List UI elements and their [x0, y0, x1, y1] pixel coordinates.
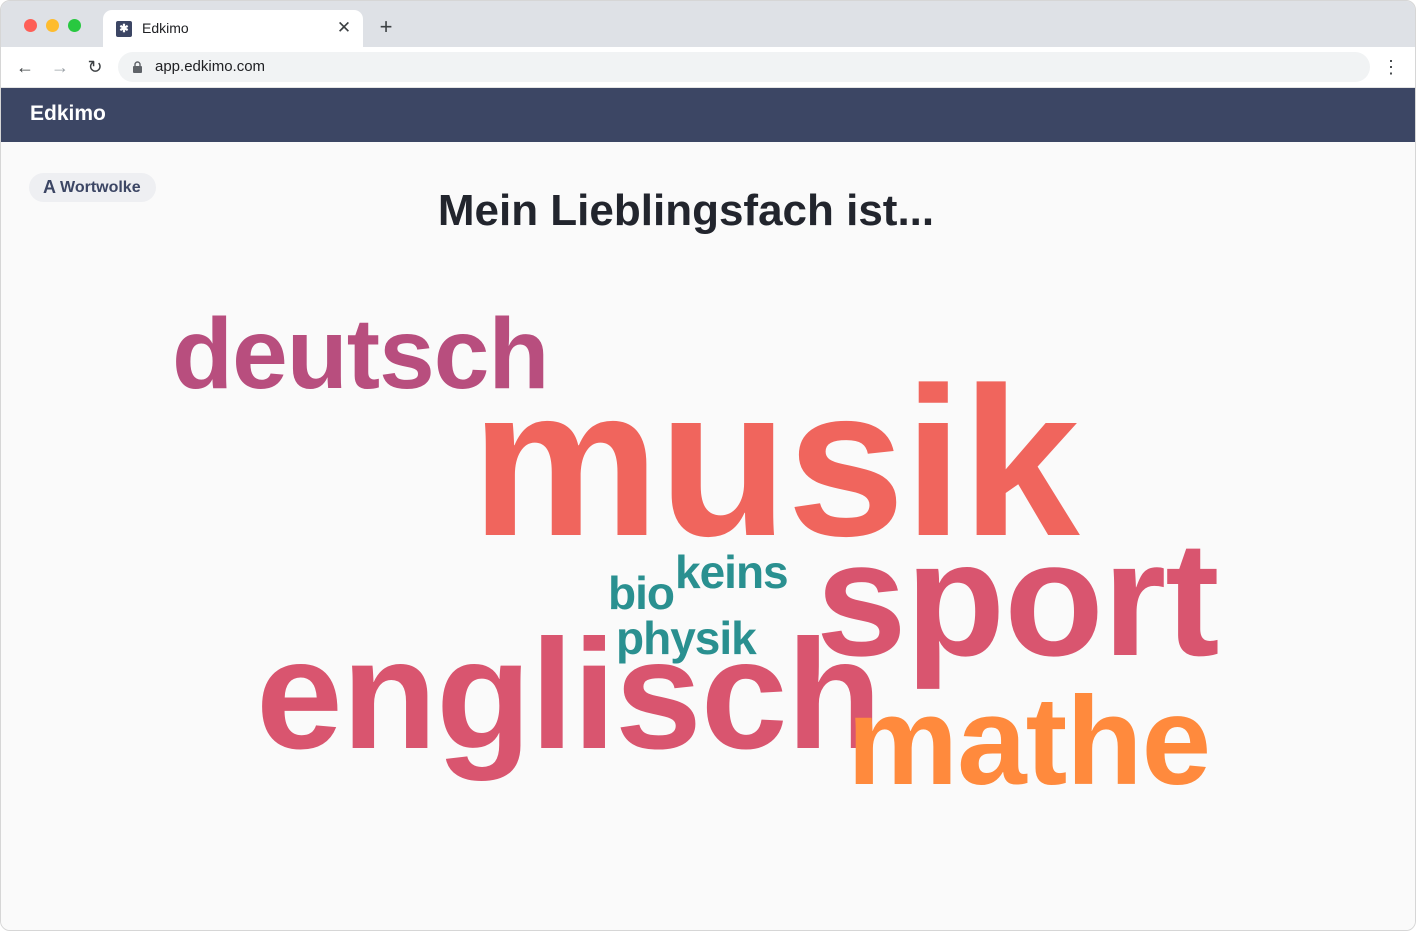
tab-strip: ✱ Edkimo ✕ + — [1, 1, 1415, 47]
address-bar[interactable]: app.edkimo.com — [118, 52, 1370, 82]
close-window-button[interactable] — [24, 19, 37, 32]
maximize-window-button[interactable] — [68, 19, 81, 32]
more-vertical-icon[interactable]: ⋮ — [1381, 56, 1401, 78]
word-cloud: deutsch musik keins bio sport physik eng… — [1, 142, 1415, 930]
cloud-word-mathe: mathe — [847, 672, 1211, 811]
app-header: Edkimo — [1, 88, 1415, 142]
cloud-word-englisch: englisch — [256, 608, 882, 782]
edkimo-favicon-icon: ✱ — [116, 21, 132, 37]
tab-title: Edkimo — [142, 20, 189, 36]
browser-window: ✱ Edkimo ✕ + ← → ↻ app.edkimo.com ⋮ Edki… — [0, 0, 1416, 931]
forward-arrow-icon[interactable]: → — [48, 55, 72, 79]
plus-icon[interactable]: + — [376, 16, 396, 38]
lock-icon — [133, 61, 142, 73]
close-icon[interactable]: ✕ — [335, 19, 353, 37]
cloud-word-keins: keins — [675, 546, 789, 598]
minimize-window-button[interactable] — [46, 19, 59, 32]
tab-edkimo[interactable]: ✱ Edkimo ✕ — [103, 10, 363, 47]
main-content: A Wortwolke Mein Lieblingsfach ist... de… — [1, 142, 1415, 930]
reload-icon[interactable]: ↻ — [83, 55, 107, 79]
browser-toolbar: ← → ↻ app.edkimo.com ⋮ — [1, 47, 1415, 88]
back-arrow-icon[interactable]: ← — [13, 55, 37, 79]
url-text: app.edkimo.com — [155, 58, 266, 75]
app-brand[interactable]: Edkimo — [30, 102, 106, 126]
